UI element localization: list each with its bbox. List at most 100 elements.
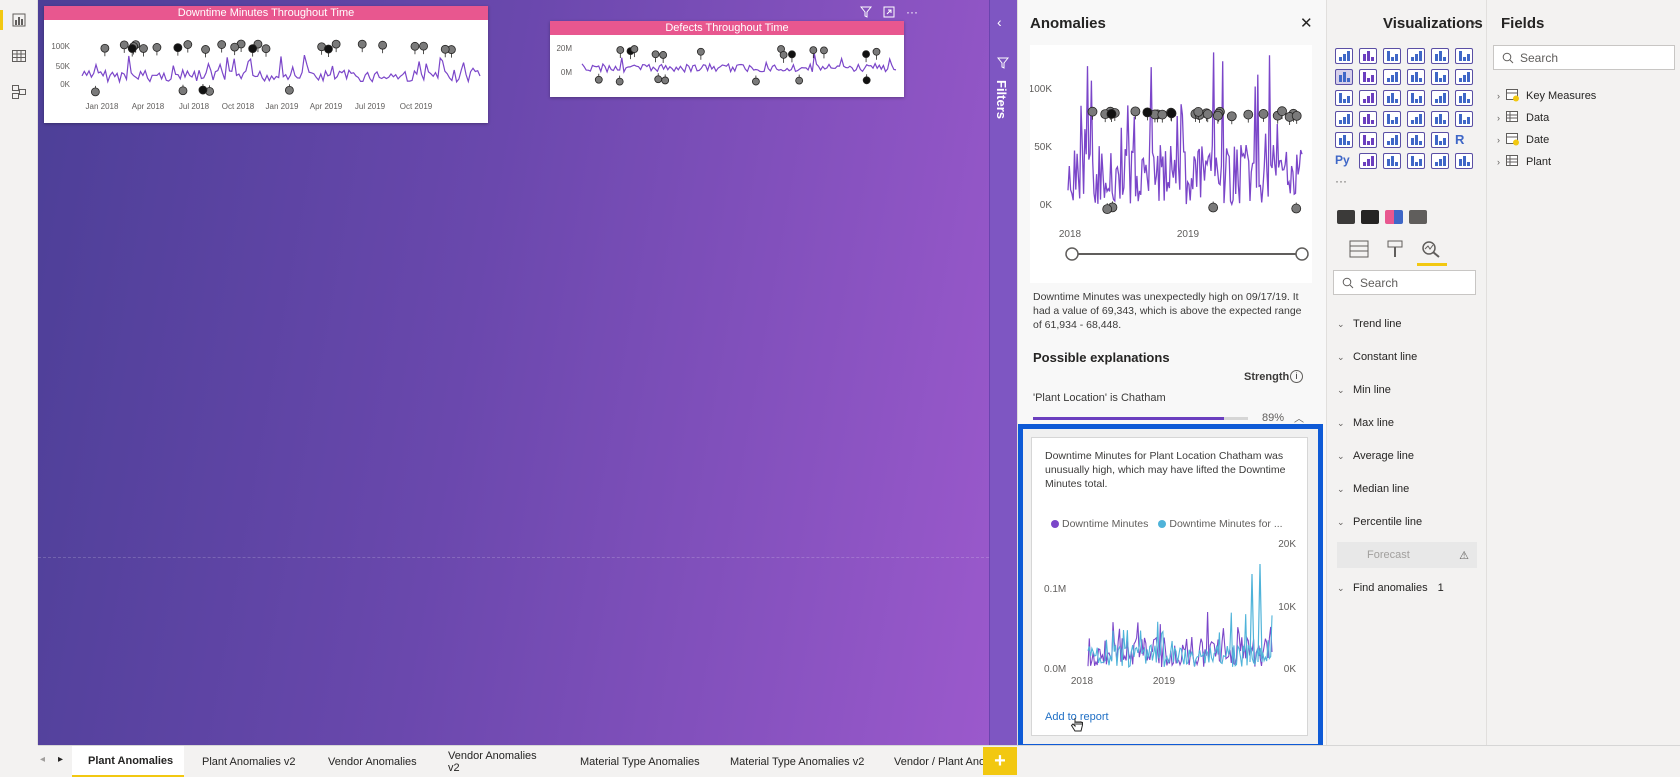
analytics-row-find-anomalies[interactable]: ⌄ Find anomalies 1 (1337, 575, 1477, 601)
custom-visual-icon[interactable] (1361, 210, 1379, 224)
analytics-row-min-line[interactable]: ⌄ Min line (1337, 377, 1477, 403)
visual-type-icon-bar (1435, 117, 1438, 124)
visual-type-icon[interactable] (1407, 132, 1425, 148)
analytics-row-median-line[interactable]: ⌄ Median line (1337, 476, 1477, 502)
tab-material-type-anomalies-v2[interactable]: Material Type Anomalies v2 (720, 746, 868, 777)
visual-type-icon[interactable] (1359, 90, 1377, 106)
visual-type-icon-bar (1415, 99, 1418, 103)
collapse-chevron-icon[interactable]: ‹ (997, 14, 1002, 30)
anomaly-marker (324, 44, 333, 54)
range-slider-end-handle (1295, 247, 1309, 261)
visual-type-icon[interactable] (1431, 69, 1449, 85)
visual-type-icon[interactable] (1455, 48, 1473, 64)
fields-search-input[interactable]: Search (1493, 45, 1675, 70)
tab-plant-anomalies-v2[interactable]: Plant Anomalies v2 (190, 746, 306, 777)
analytics-row-constant-line[interactable]: ⌄ Constant line (1337, 344, 1477, 370)
search-icon (1502, 52, 1514, 63)
visual-type-icon[interactable] (1383, 69, 1401, 85)
visual-type-icon[interactable] (1383, 153, 1401, 169)
close-icon[interactable]: ✕ (1300, 14, 1313, 32)
visual-type-icon[interactable]: ··· (1335, 174, 1353, 190)
visual-type-icon[interactable] (1359, 48, 1377, 64)
explanation-card[interactable]: Downtime Minutes for Plant Location Chat… (1031, 437, 1308, 736)
visual-type-icon[interactable] (1455, 111, 1473, 127)
anomaly-marker (357, 39, 367, 49)
anomaly-marker (651, 50, 660, 59)
field-table-plant[interactable]: › Plant (1497, 155, 1551, 168)
visual-type-icon[interactable] (1431, 48, 1449, 64)
explanation-item-label[interactable]: 'Plant Location' is Chatham (1033, 392, 1166, 404)
visual-type-icon[interactable] (1407, 111, 1425, 127)
analytics-row-trend-line[interactable]: ⌄ Trend line (1337, 311, 1477, 337)
visual-type-icon-bar (1443, 120, 1446, 124)
scroll-right-icon[interactable]: ▸ (58, 754, 63, 765)
tab-material-type-anomalies[interactable]: Material Type Anomalies (570, 746, 708, 777)
report-view-button[interactable] (0, 4, 38, 36)
visual-type-icon[interactable] (1407, 69, 1425, 85)
fields-tab-icon[interactable] (1349, 240, 1369, 263)
visual-type-icon[interactable] (1335, 111, 1353, 127)
tab-vendor-anomalies-v2[interactable]: Vendor Anomalies v2 (438, 746, 550, 777)
data-view-button[interactable] (0, 40, 38, 72)
downtime-chart-visual[interactable]: Downtime Minutes Throughout Time 100K 50K… (44, 6, 488, 123)
add-page-button[interactable]: + (983, 747, 1017, 775)
visual-type-icon[interactable] (1335, 90, 1353, 106)
visual-type-icon[interactable] (1383, 48, 1401, 64)
visual-type-icon[interactable] (1383, 132, 1401, 148)
visual-type-icon[interactable] (1455, 153, 1473, 169)
visual-type-icon[interactable] (1383, 111, 1401, 127)
format-paint-icon[interactable] (1385, 240, 1405, 263)
visual-type-icon[interactable] (1359, 153, 1377, 169)
legend-item: Downtime Minutes (1051, 518, 1148, 530)
visual-type-icon[interactable] (1407, 90, 1425, 106)
custom-visual-icon[interactable] (1337, 210, 1355, 224)
visual-type-icon[interactable] (1335, 69, 1353, 85)
anomaly-marker (795, 76, 804, 85)
scroll-left-icon[interactable]: ◂ (40, 754, 45, 765)
analytics-row-percentile-line[interactable]: ⌄ Percentile line (1337, 509, 1477, 535)
visual-type-icon-bar (1419, 159, 1422, 166)
custom-visual-icon[interactable] (1385, 210, 1403, 224)
visual-type-icon[interactable] (1359, 132, 1377, 148)
analytics-tab-icon[interactable] (1421, 240, 1441, 263)
defects-chart-visual[interactable]: Defects Throughout Time 20M 0M (550, 21, 904, 97)
bar-chart-icon (12, 13, 26, 27)
tab-vendor-anomalies[interactable]: Vendor Anomalies (318, 746, 418, 777)
filters-pane-collapsed[interactable]: ‹ Filters (989, 0, 1017, 745)
visual-type-icon[interactable] (1407, 48, 1425, 64)
info-icon[interactable]: i (1290, 370, 1303, 383)
visual-type-icon[interactable] (1431, 132, 1449, 148)
anomaly-chart[interactable]: 100K 50K 0K 2018 2019 (1029, 45, 1312, 283)
visual-type-icon[interactable] (1431, 111, 1449, 127)
visual-type-icon[interactable]: R (1455, 132, 1473, 148)
tab-vendor-plant-anomalies[interactable]: Vendor / Plant Ano (884, 746, 984, 777)
visual-type-icon[interactable] (1383, 90, 1401, 106)
visual-type-icon[interactable]: Py (1335, 153, 1353, 169)
model-view-button[interactable] (0, 76, 38, 108)
custom-visual-icon[interactable] (1409, 210, 1427, 224)
visual-type-icon[interactable] (1335, 48, 1353, 64)
analytics-row-forecast[interactable]: Forecast ⚠ (1337, 542, 1477, 568)
more-options-icon[interactable]: ··· (902, 3, 922, 21)
filter-icon[interactable] (856, 3, 876, 21)
focus-mode-icon[interactable] (879, 3, 899, 21)
visual-type-icon[interactable] (1431, 153, 1449, 169)
visual-type-icon[interactable] (1359, 69, 1377, 85)
chevron-up-icon[interactable]: ︿ (1294, 410, 1304, 425)
visual-type-icon[interactable] (1431, 90, 1449, 106)
analytics-row-average-line[interactable]: ⌄ Average line (1337, 443, 1477, 469)
field-table-key-measures[interactable]: › Key Measures (1497, 89, 1596, 102)
visual-type-icon[interactable] (1455, 69, 1473, 85)
visual-type-icon[interactable] (1359, 111, 1377, 127)
analytics-row-max-line[interactable]: ⌄ Max line (1337, 410, 1477, 436)
viz-search-input[interactable]: Search (1333, 270, 1476, 295)
visual-type-icon[interactable] (1407, 153, 1425, 169)
visual-type-icon[interactable] (1455, 90, 1473, 106)
visual-type-icon[interactable] (1335, 132, 1353, 148)
tab-plant-anomalies[interactable]: Plant Anomalies (72, 746, 184, 777)
field-table-data[interactable]: › Data (1497, 111, 1549, 124)
chevron-right-icon[interactable]: › (1471, 14, 1476, 30)
anomaly-marker (90, 87, 100, 97)
model-icon (12, 85, 26, 99)
field-table-date[interactable]: › Date (1497, 133, 1549, 146)
